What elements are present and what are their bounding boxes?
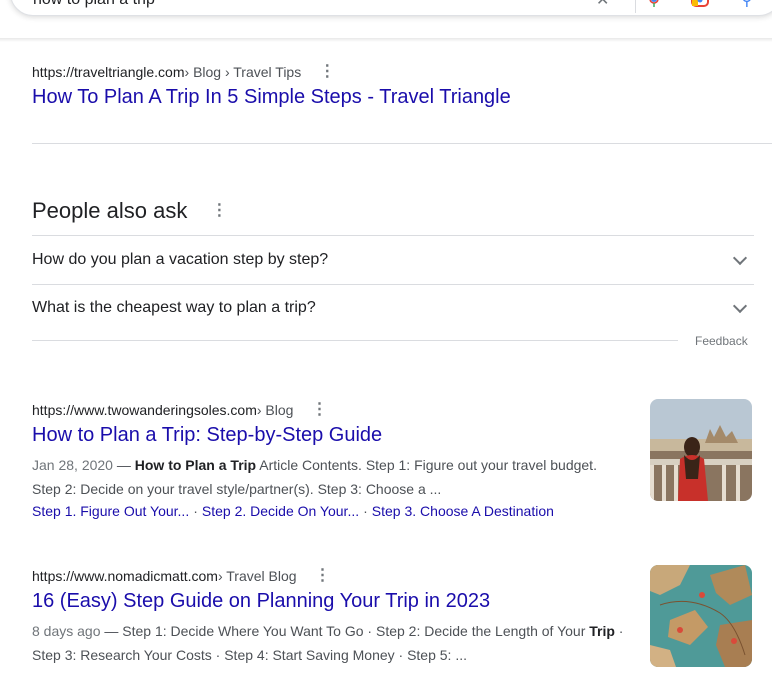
- result-title-link[interactable]: How to Plan a Trip: Step-by-Step Guide: [32, 424, 627, 447]
- result-thumbnail[interactable]: [650, 399, 752, 501]
- snippet-separator: —: [116, 457, 131, 473]
- result-cite[interactable]: https://traveltriangle.com › Blog › Trav…: [32, 64, 511, 81]
- more-options-icon[interactable]: ⋮: [319, 64, 335, 80]
- chevron-down-icon: [732, 298, 748, 313]
- divider: [32, 143, 772, 144]
- snippet-text: Step 1: Decide Where You Want To Go · St…: [118, 623, 590, 639]
- snippet-bold: Trip: [589, 623, 615, 639]
- search-result: https://www.nomadicmatt.com › Travel Blo…: [32, 568, 627, 667]
- chevron-down-icon: [732, 250, 748, 265]
- search-result: https://www.twowanderingsoles.com › Blog…: [32, 402, 627, 520]
- paa-question-text: How do you plan a vacation step by step?: [32, 251, 329, 268]
- result-site: https://www.nomadicmatt.com: [32, 568, 218, 584]
- sitelink[interactable]: Step 3. Choose A Destination: [372, 503, 554, 519]
- result-title-link[interactable]: How To Plan A Trip In 5 Simple Steps - T…: [32, 86, 511, 109]
- header-shadow: [0, 38, 772, 42]
- result-site: https://traveltriangle.com: [32, 64, 185, 80]
- paa-heading-text: People also ask: [32, 198, 188, 223]
- snippet-separator: —: [104, 623, 119, 639]
- result-cite[interactable]: https://www.twowanderingsoles.com › Blog…: [32, 402, 627, 419]
- paa-question-text: What is the cheapest way to plan a trip?: [32, 299, 316, 316]
- result-site: https://www.twowanderingsoles.com: [32, 402, 257, 418]
- feedback-link[interactable]: Feedback: [695, 334, 748, 348]
- search-bar-divider: [635, 0, 636, 13]
- result-date: Jan 28, 2020: [32, 457, 113, 473]
- result-breadcrumb: › Blog: [256, 402, 294, 418]
- search-bar[interactable]: how to plan a trip ✕ ⚲: [10, 0, 772, 16]
- result-thumbnail[interactable]: [650, 565, 752, 667]
- more-options-icon[interactable]: ⋮: [211, 203, 227, 219]
- search-icon[interactable]: ⚲: [741, 0, 753, 9]
- result-breadcrumb: › Blog › Travel Tips: [184, 64, 302, 80]
- sitelink[interactable]: Step 2. Decide On Your...: [202, 503, 359, 519]
- more-options-icon[interactable]: ⋮: [315, 568, 331, 584]
- paa-question[interactable]: What is the cheapest way to plan a trip?: [32, 284, 754, 332]
- sitelink-separator: ·: [363, 503, 368, 519]
- sitelink-separator: ·: [193, 503, 198, 519]
- result-title-link[interactable]: 16 (Easy) Step Guide on Planning Your Tr…: [32, 590, 627, 613]
- search-result: https://traveltriangle.com › Blog › Trav…: [32, 64, 511, 109]
- sitelinks: Step 1. Figure Out Your... · Step 2. Decid…: [32, 503, 627, 519]
- more-options-icon[interactable]: ⋮: [311, 402, 327, 418]
- close-icon[interactable]: ✕: [596, 0, 609, 9]
- result-snippet: 8 days ago — Step 1: Decide Where You Wa…: [32, 619, 627, 667]
- result-snippet: Jan 28, 2020 — How to Plan a Trip Articl…: [32, 453, 627, 501]
- result-cite[interactable]: https://www.nomadicmatt.com › Travel Blo…: [32, 568, 627, 585]
- sitelink[interactable]: Step 1. Figure Out Your...: [32, 503, 189, 519]
- search-input[interactable]: how to plan a trip: [33, 0, 155, 9]
- snippet-bold: How to Plan a Trip: [134, 457, 257, 473]
- result-breadcrumb: › Travel Blog: [217, 568, 297, 584]
- result-date: 8 days ago: [32, 623, 101, 639]
- people-also-ask-heading: People also ask ⋮: [32, 198, 227, 224]
- divider: [32, 340, 678, 341]
- paa-question[interactable]: How do you plan a vacation step by step?: [32, 236, 754, 284]
- google-lens-icon[interactable]: [691, 0, 709, 7]
- microphone-icon[interactable]: [649, 0, 659, 7]
